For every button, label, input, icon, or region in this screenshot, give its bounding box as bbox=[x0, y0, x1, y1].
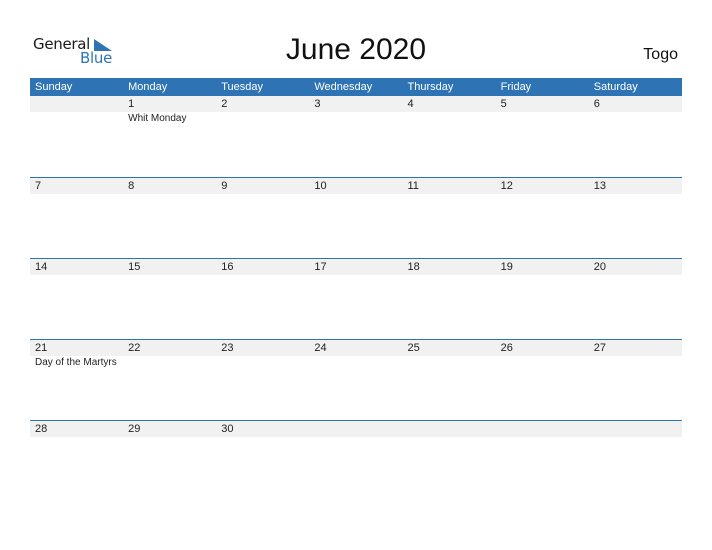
day-number: 26 bbox=[495, 340, 589, 356]
day-number: 25 bbox=[402, 340, 496, 356]
day-cell: 7 bbox=[30, 178, 124, 258]
day-cell: 12 bbox=[495, 178, 589, 258]
day-number: 5 bbox=[495, 96, 589, 112]
day-number: 16 bbox=[216, 259, 310, 275]
day-cell bbox=[402, 421, 496, 501]
day-number: 10 bbox=[309, 178, 403, 194]
day-cell bbox=[30, 96, 124, 177]
day-cell: 11 bbox=[402, 178, 496, 258]
day-cell: 22 bbox=[123, 340, 217, 420]
day-cell bbox=[588, 421, 682, 501]
day-number: 17 bbox=[309, 259, 403, 275]
day-cell: 1 Whit Monday bbox=[123, 96, 217, 177]
day-cell: 13 bbox=[588, 178, 682, 258]
day-cell: 30 bbox=[216, 421, 310, 501]
weekday-saturday: Saturday bbox=[593, 81, 638, 93]
day-cell: 3 bbox=[309, 96, 403, 177]
day-number: 27 bbox=[588, 340, 682, 356]
day-number: 14 bbox=[30, 259, 124, 275]
day-number: 8 bbox=[123, 178, 217, 194]
day-number: 2 bbox=[216, 96, 310, 112]
day-number: 9 bbox=[216, 178, 310, 194]
weekday-thursday: Thursday bbox=[407, 81, 454, 93]
day-number: 15 bbox=[123, 259, 217, 275]
week-row: 14 15 16 17 18 19 20 bbox=[30, 258, 682, 339]
day-cell: 2 bbox=[216, 96, 310, 177]
day-cell: 21 Day of the Martyrs bbox=[30, 340, 124, 420]
day-cell: 29 bbox=[123, 421, 217, 501]
day-cell: 25 bbox=[402, 340, 496, 420]
day-number: 30 bbox=[216, 421, 310, 437]
day-number: 6 bbox=[588, 96, 682, 112]
weekday-monday: Monday bbox=[128, 81, 168, 93]
holiday-label: Whit Monday bbox=[128, 113, 187, 124]
day-number: 29 bbox=[123, 421, 217, 437]
day-number bbox=[309, 421, 403, 437]
weekday-wednesday: Wednesday bbox=[314, 81, 373, 93]
day-cell bbox=[495, 421, 589, 501]
day-number: 18 bbox=[402, 259, 496, 275]
day-cell: 8 bbox=[123, 178, 217, 258]
day-number bbox=[495, 421, 589, 437]
day-number: 21 bbox=[30, 340, 124, 356]
day-number: 1 bbox=[123, 96, 217, 112]
day-number: 12 bbox=[495, 178, 589, 194]
day-number bbox=[30, 96, 124, 112]
day-cell: 6 bbox=[588, 96, 682, 177]
day-cell: 9 bbox=[216, 178, 310, 258]
day-number: 28 bbox=[30, 421, 124, 437]
day-number: 13 bbox=[588, 178, 682, 194]
weekday-tuesday: Tuesday bbox=[221, 81, 264, 93]
day-cell: 10 bbox=[309, 178, 403, 258]
day-number bbox=[402, 421, 496, 437]
day-number: 23 bbox=[216, 340, 310, 356]
page-title: June 2020 bbox=[285, 33, 427, 66]
week-row: 1 Whit Monday 2 3 4 5 6 bbox=[30, 96, 682, 177]
day-cell: 26 bbox=[495, 340, 589, 420]
weekday-sunday: Sunday bbox=[35, 81, 73, 93]
day-number: 7 bbox=[30, 178, 124, 194]
day-cell: 23 bbox=[216, 340, 310, 420]
week-row: 7 8 9 10 11 12 13 bbox=[30, 177, 682, 258]
day-number: 20 bbox=[588, 259, 682, 275]
day-number: 3 bbox=[309, 96, 403, 112]
day-number: 22 bbox=[123, 340, 217, 356]
holiday-label: Day of the Martyrs bbox=[35, 357, 117, 368]
country-label: Togo bbox=[643, 46, 678, 63]
weeks-container: 1 Whit Monday 2 3 4 5 6 7 8 9 10 11 12 13 14 15 16 17 18 19… bbox=[30, 96, 682, 501]
day-cell: 19 bbox=[495, 259, 589, 339]
day-cell: 4 bbox=[402, 96, 496, 177]
day-cell: 16 bbox=[216, 259, 310, 339]
day-number: 11 bbox=[402, 178, 496, 194]
day-number bbox=[588, 421, 682, 437]
day-cell: 24 bbox=[309, 340, 403, 420]
day-cell: 27 bbox=[588, 340, 682, 420]
day-cell: 14 bbox=[30, 259, 124, 339]
day-cell: 18 bbox=[402, 259, 496, 339]
weekday-friday: Friday bbox=[500, 81, 532, 93]
day-cell: 17 bbox=[309, 259, 403, 339]
day-cell: 28 bbox=[30, 421, 124, 501]
day-cell: 20 bbox=[588, 259, 682, 339]
day-number: 24 bbox=[309, 340, 403, 356]
week-row: 28 29 30 bbox=[30, 420, 682, 501]
calendar-grid: Sunday Monday Tuesday Wednesday Thursday… bbox=[30, 78, 682, 501]
day-cell bbox=[309, 421, 403, 501]
day-number: 19 bbox=[495, 259, 589, 275]
weekday-header: Sunday Monday Tuesday Wednesday Thursday… bbox=[30, 78, 682, 96]
day-number: 4 bbox=[402, 96, 496, 112]
week-row: 21 Day of the Martyrs 22 23 24 25 26 27 bbox=[30, 339, 682, 420]
day-cell: 5 bbox=[495, 96, 589, 177]
day-cell: 15 bbox=[123, 259, 217, 339]
